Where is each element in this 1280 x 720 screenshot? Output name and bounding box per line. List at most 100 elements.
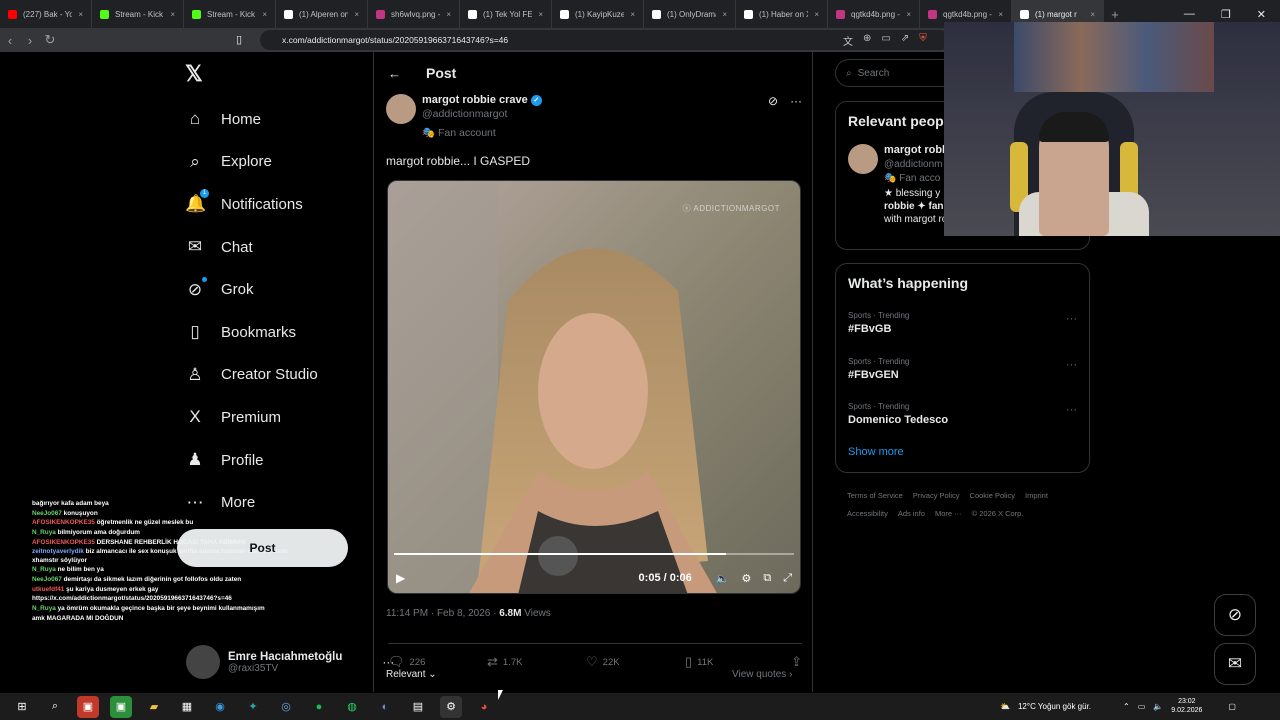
reply-sort-dropdown[interactable]: Relevant ⌄ (386, 669, 437, 680)
epic-games-icon[interactable]: ▤ (407, 696, 429, 718)
app-icon[interactable]: ▦ (176, 696, 198, 718)
bookmark-star-icon[interactable]: ▯ (236, 33, 242, 46)
browser-tab[interactable]: (1) KayipKuzey o × (552, 0, 644, 28)
footer-link[interactable]: Terms of Service (847, 487, 903, 505)
app-icon[interactable]: ▣ (110, 695, 132, 718)
search-icon[interactable]: ⌕ (44, 696, 66, 718)
translate-icon[interactable]: 文 (843, 33, 853, 48)
share-button[interactable]: ⇪ (791, 654, 802, 670)
post-timestamp[interactable]: 11:14 PM · Feb 8, 2026 · (386, 608, 499, 619)
maximize-icon[interactable]: ❐ (1221, 8, 1231, 21)
close-icon[interactable]: × (170, 10, 175, 19)
minimize-icon[interactable]: — (1184, 8, 1195, 21)
browser-tab[interactable]: (1) Tek Yol FENER × (460, 0, 552, 28)
edge-icon[interactable]: ◉ (209, 696, 231, 718)
sidebar-item-bookmarks[interactable]: ▯ Bookmarks (185, 311, 318, 354)
back-arrow-icon[interactable]: ‹ (0, 33, 20, 48)
view-quotes-link[interactable]: View quotes › (732, 669, 792, 680)
more-dots-icon[interactable]: ··· (1066, 313, 1077, 325)
avatar[interactable] (386, 94, 416, 124)
trend-item[interactable]: Sports · Trending Domenico Tedesco ··· (836, 396, 1089, 442)
sidebar-item-grok[interactable]: ⊘ Grok (185, 268, 318, 311)
windows-start-icon[interactable]: ⊞ (11, 696, 33, 718)
more-dots-icon[interactable]: ··· (790, 94, 802, 108)
sidebar-item-chat[interactable]: ✉ Chat (185, 226, 318, 269)
share-icon[interactable]: ⇗ (901, 33, 909, 48)
folder-icon[interactable]: ▰ (143, 696, 165, 718)
footer-link[interactable]: Privacy Policy (913, 487, 960, 505)
close-icon[interactable]: × (998, 10, 1003, 19)
close-icon[interactable]: × (354, 10, 359, 19)
author-name[interactable]: margot robbie crave ✓ (422, 94, 542, 106)
settings-gear-icon[interactable]: ⚙ (741, 572, 751, 585)
x-logo-icon[interactable]: 𝕏 (185, 61, 203, 87)
reply-button[interactable]: 🗨 226 (388, 654, 487, 670)
browser-tab[interactable]: (1) Alperen on X × (276, 0, 368, 28)
reload-icon[interactable]: ↻ (40, 32, 60, 48)
browser-tab[interactable]: (1) Haber on X × (736, 0, 828, 28)
close-icon[interactable]: × (78, 10, 83, 19)
picture-in-picture-icon[interactable]: ⧉ (763, 572, 771, 585)
close-icon[interactable]: ✕ (1257, 8, 1266, 21)
grok-icon[interactable]: ⊘ (768, 94, 778, 108)
close-icon[interactable]: × (722, 10, 727, 19)
post-button[interactable]: Post (177, 529, 348, 567)
clock[interactable]: 23:02 9.02.2026 (1171, 698, 1202, 715)
forward-arrow-icon[interactable]: › (20, 33, 40, 48)
browser-tab[interactable]: Stream - Kick Das × (184, 0, 276, 28)
shield-icon[interactable]: ⛨ (919, 33, 927, 48)
app-icon[interactable]: ✦ (242, 696, 264, 718)
settings-gear-icon[interactable]: ⚙ (440, 695, 462, 718)
sidebar-item-explore[interactable]: ⌕ Explore (185, 141, 318, 184)
sidebar-item-profile[interactable]: ♟ Profile (185, 439, 318, 482)
whatsapp-icon[interactable]: ◍ (341, 696, 363, 718)
fullscreen-icon[interactable]: ⤢ (783, 572, 792, 585)
footer-link[interactable]: Imprint (1025, 487, 1048, 505)
close-icon[interactable]: × (630, 10, 635, 19)
more-dots-icon[interactable]: ··· (1066, 359, 1077, 371)
close-icon[interactable]: × (538, 10, 543, 19)
sidebar-item-notifications[interactable]: 🔔 1 Notifications (185, 183, 318, 226)
close-icon[interactable]: × (1090, 10, 1095, 19)
author-handle[interactable]: @addictionmargot (422, 108, 542, 120)
repost-button[interactable]: ⇄ 1.7K (487, 654, 586, 670)
browser-tab[interactable]: sh6wlvq.png - Ho × (368, 0, 460, 28)
sidebar-item-home[interactable]: ⌂ Home (185, 98, 318, 141)
weather-text[interactable]: 12°C Yoğun gök gür. (1018, 702, 1091, 711)
messages-floating-button[interactable]: ✉ (1214, 643, 1256, 685)
footer-link[interactable]: Cookie Policy (970, 487, 1015, 505)
close-icon[interactable]: × (446, 10, 451, 19)
grok-floating-button[interactable]: ⊘ (1214, 594, 1256, 636)
close-icon[interactable]: × (262, 10, 267, 19)
discord-icon[interactable]: ◐ (374, 696, 396, 718)
trend-item[interactable]: Sports · Trending #FBvGB ··· (836, 305, 1089, 351)
app-icon[interactable]: ▣ (77, 695, 99, 718)
footer-link[interactable]: Ads info (898, 505, 925, 523)
zoom-icon[interactable]: ⊕ (863, 33, 871, 48)
back-arrow-icon[interactable]: ← (388, 66, 401, 81)
video-player[interactable]: ⓧ ADDICTIONMARGOT ▶ 0:05 / 0:06 🔈 ⚙ ⧉ ⤢ (387, 180, 801, 594)
sidebar-item-creator-studio[interactable]: ♙ Creator Studio (185, 354, 317, 397)
footer-link[interactable]: Accessibility (847, 505, 888, 523)
footer-link[interactable]: More ··· (935, 505, 962, 523)
spotify-icon[interactable]: ● (308, 696, 330, 718)
browser-tab[interactable]: qgtkd4b.png - H × (828, 0, 920, 28)
volume-icon[interactable]: 🔈 (716, 572, 730, 585)
browser-tab[interactable]: (227) Bak - YouTu × (0, 0, 92, 28)
post-author[interactable]: margot robbie crave ✓ @addictionmargot 🎭 … (386, 94, 542, 139)
bookmark-button[interactable]: ▯ 11K (685, 654, 784, 670)
browser-tab[interactable]: Stream - Kick Das × (92, 0, 184, 28)
close-icon[interactable]: × (814, 10, 819, 19)
play-icon[interactable]: ▶ (396, 571, 405, 585)
video-progress-bar[interactable] (394, 553, 794, 555)
like-button[interactable]: ♡ 22K (586, 654, 685, 670)
more-dots-icon[interactable]: ··· (1066, 404, 1077, 416)
trend-item[interactable]: Sports · Trending #FBvGEN ··· (836, 351, 1089, 397)
chevron-up-icon[interactable]: ⌃ (1123, 702, 1130, 711)
obs-icon[interactable]: ◕ (473, 696, 495, 718)
sidebar-item-premium[interactable]: X Premium (185, 396, 318, 439)
close-icon[interactable]: × (906, 10, 911, 19)
volume-icon[interactable]: 🔈 (1153, 702, 1163, 711)
steam-icon[interactable]: ◎ (275, 696, 297, 718)
avatar[interactable] (848, 144, 878, 174)
